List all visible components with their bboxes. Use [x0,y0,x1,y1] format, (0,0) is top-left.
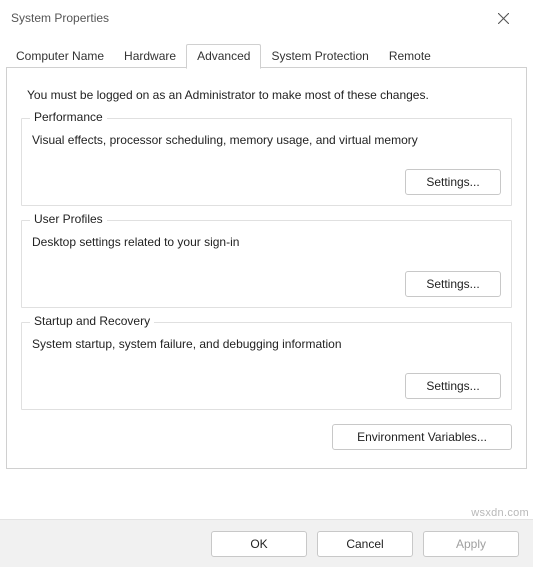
cancel-button[interactable]: Cancel [317,531,413,557]
group-user-profiles-legend: User Profiles [30,212,107,226]
user-profiles-settings-button[interactable]: Settings... [405,271,501,297]
group-startup-recovery-legend: Startup and Recovery [30,314,154,328]
group-user-profiles-desc: Desktop settings related to your sign-in [32,235,501,249]
group-startup-recovery: Startup and Recovery System startup, sys… [21,322,512,410]
tab-content-advanced: You must be logged on as an Administrato… [6,68,527,469]
close-icon [498,13,509,24]
group-user-profiles: User Profiles Desktop settings related t… [21,220,512,308]
performance-settings-button[interactable]: Settings... [405,169,501,195]
tab-advanced[interactable]: Advanced [186,44,261,69]
apply-button[interactable]: Apply [423,531,519,557]
startup-recovery-settings-button[interactable]: Settings... [405,373,501,399]
environment-variables-button[interactable]: Environment Variables... [332,424,512,450]
group-performance-legend: Performance [30,110,107,124]
tab-system-protection[interactable]: System Protection [261,45,378,68]
window-title: System Properties [10,11,109,25]
ok-button[interactable]: OK [211,531,307,557]
group-startup-recovery-desc: System startup, system failure, and debu… [32,337,501,351]
watermark: wsxdn.com [471,507,529,519]
tab-remote[interactable]: Remote [379,45,441,68]
admin-notice: You must be logged on as an Administrato… [27,88,512,102]
close-button[interactable] [483,3,523,33]
tab-bar: Computer Name Hardware Advanced System P… [0,42,533,68]
dialog-footer: OK Cancel Apply [0,519,533,567]
group-performance-desc: Visual effects, processor scheduling, me… [32,133,501,147]
group-performance: Performance Visual effects, processor sc… [21,118,512,206]
tab-hardware[interactable]: Hardware [114,45,186,68]
titlebar: System Properties [0,0,533,36]
tab-computer-name[interactable]: Computer Name [6,45,114,68]
